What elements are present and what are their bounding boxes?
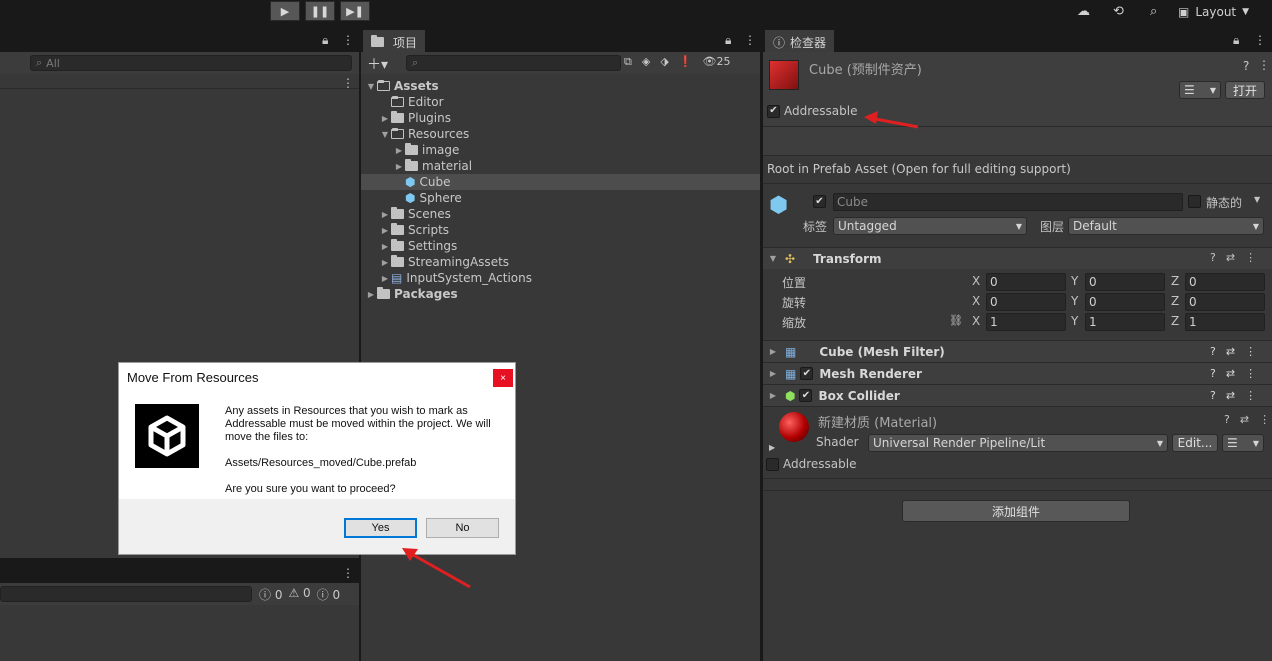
annotation-arrow — [402, 548, 471, 589]
annotation-arrow — [864, 111, 919, 129]
annotation-overlay — [402, 111, 919, 589]
